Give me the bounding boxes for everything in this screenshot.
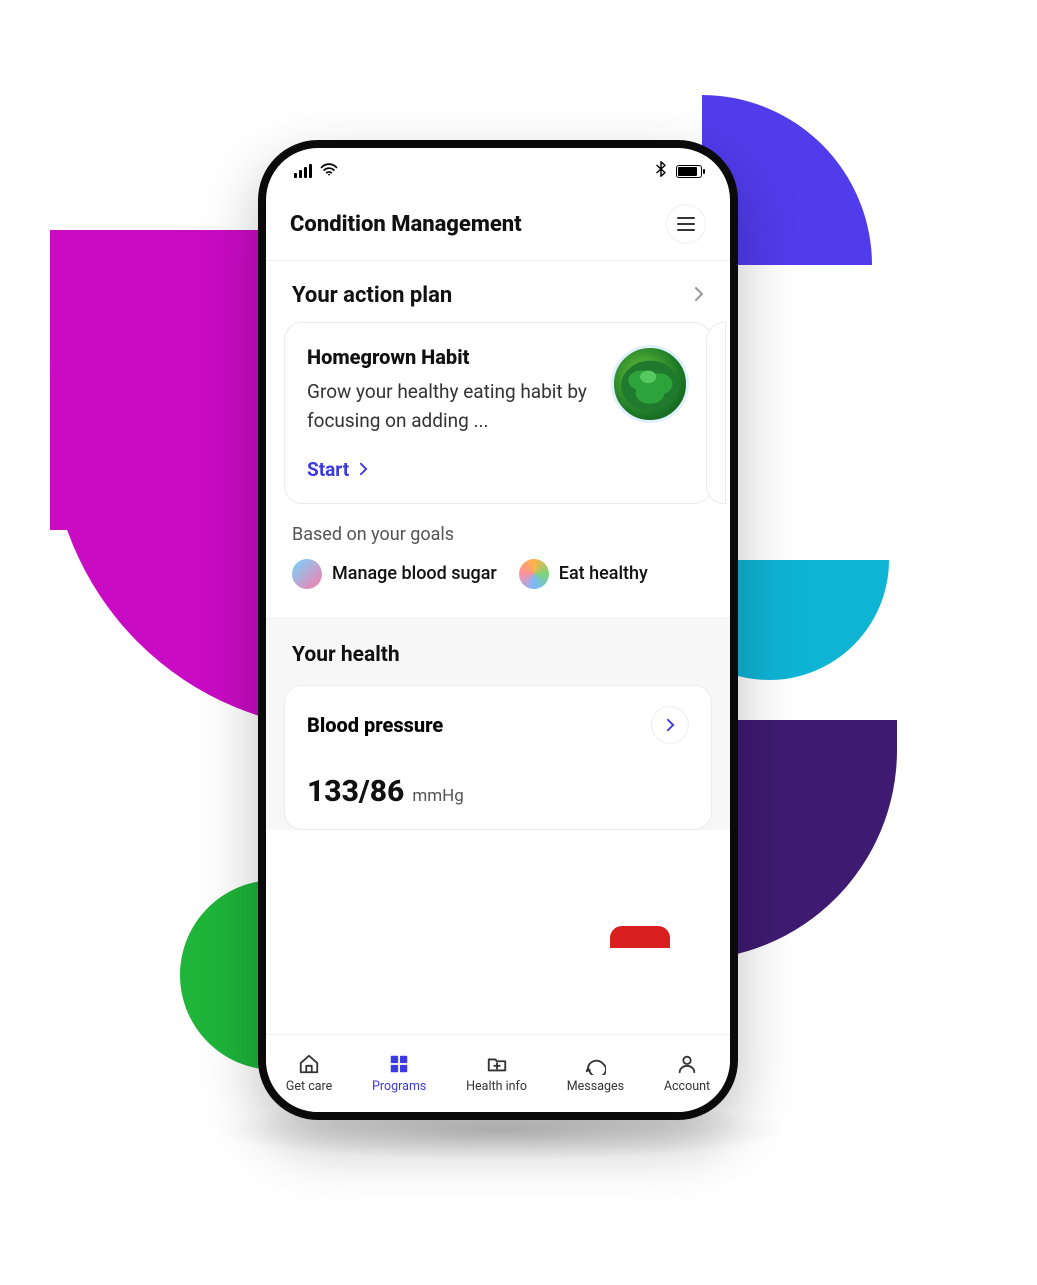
health-card-title: Blood pressure bbox=[307, 713, 443, 737]
bluetooth-icon bbox=[656, 161, 666, 181]
grid-icon bbox=[388, 1053, 410, 1075]
start-button[interactable]: Start bbox=[307, 458, 368, 481]
your-health-section: Your health Blood pressure 133/86 mmHg bbox=[266, 617, 730, 830]
card-body: Grow your healthy eating habit by focusi… bbox=[307, 377, 597, 436]
your-health-heading: Your health bbox=[292, 643, 704, 667]
person-icon bbox=[676, 1053, 698, 1075]
blood-pressure-detail-button[interactable] bbox=[651, 706, 689, 744]
folder-plus-icon bbox=[486, 1053, 508, 1075]
goal-label: Manage blood sugar bbox=[332, 563, 497, 584]
bottom-tab-bar: Get care Programs Health info Messages A… bbox=[266, 1034, 730, 1112]
action-plan-heading: Your action plan bbox=[292, 283, 452, 308]
tab-label: Health info bbox=[466, 1079, 527, 1094]
phone-frame: Condition Management Your action plan Ho… bbox=[258, 140, 738, 1120]
chevron-right-icon bbox=[359, 462, 368, 476]
status-badge-high bbox=[610, 926, 670, 948]
chevron-right-icon bbox=[666, 718, 675, 732]
app-header: Condition Management bbox=[266, 194, 730, 260]
tab-health-info[interactable]: Health info bbox=[466, 1053, 527, 1094]
blood-pressure-reading: 133/86 mmHg bbox=[307, 774, 689, 809]
tab-messages[interactable]: Messages bbox=[567, 1053, 624, 1094]
battery-icon bbox=[676, 165, 702, 178]
tab-label: Programs bbox=[372, 1079, 426, 1094]
card-title: Homegrown Habit bbox=[307, 345, 597, 369]
blood-pressure-card[interactable]: Blood pressure 133/86 mmHg bbox=[284, 685, 712, 830]
tab-account[interactable]: Account bbox=[664, 1053, 710, 1094]
goals-label: Based on your goals bbox=[292, 524, 704, 545]
goal-chip-blood-sugar[interactable]: Manage blood sugar bbox=[292, 559, 497, 589]
action-plan-header[interactable]: Your action plan bbox=[284, 261, 712, 322]
next-card-peek[interactable] bbox=[706, 322, 726, 504]
home-icon bbox=[298, 1053, 320, 1075]
goal-label: Eat healthy bbox=[559, 563, 648, 584]
bp-unit: mmHg bbox=[412, 786, 464, 806]
chevron-right-icon bbox=[694, 286, 704, 306]
page-title: Condition Management bbox=[290, 212, 522, 237]
goal-icon-runner bbox=[292, 559, 322, 589]
goal-chip-eat-healthy[interactable]: Eat healthy bbox=[519, 559, 648, 589]
menu-button[interactable] bbox=[666, 204, 706, 244]
bp-value: 133/86 bbox=[307, 774, 404, 809]
phone-screen: Condition Management Your action plan Ho… bbox=[266, 148, 730, 1112]
tab-get-care[interactable]: Get care bbox=[286, 1053, 332, 1094]
wifi-icon bbox=[320, 161, 338, 181]
hamburger-icon bbox=[677, 217, 695, 231]
tab-label: Get care bbox=[286, 1079, 332, 1094]
tab-label: Account bbox=[664, 1079, 710, 1094]
goal-icon-palette bbox=[519, 559, 549, 589]
status-bar bbox=[266, 148, 730, 194]
content-scroll[interactable]: Your action plan Homegrown Habit Grow yo… bbox=[266, 261, 730, 1034]
start-label: Start bbox=[307, 458, 349, 481]
chat-icon bbox=[584, 1053, 606, 1075]
spinach-image bbox=[611, 345, 689, 423]
goals-section: Based on your goals Manage blood sugar E… bbox=[284, 504, 712, 597]
tab-programs[interactable]: Programs bbox=[372, 1053, 426, 1094]
cell-signal-icon bbox=[294, 164, 312, 178]
action-plan-card[interactable]: Homegrown Habit Grow your healthy eating… bbox=[284, 322, 712, 504]
tab-label: Messages bbox=[567, 1079, 624, 1094]
